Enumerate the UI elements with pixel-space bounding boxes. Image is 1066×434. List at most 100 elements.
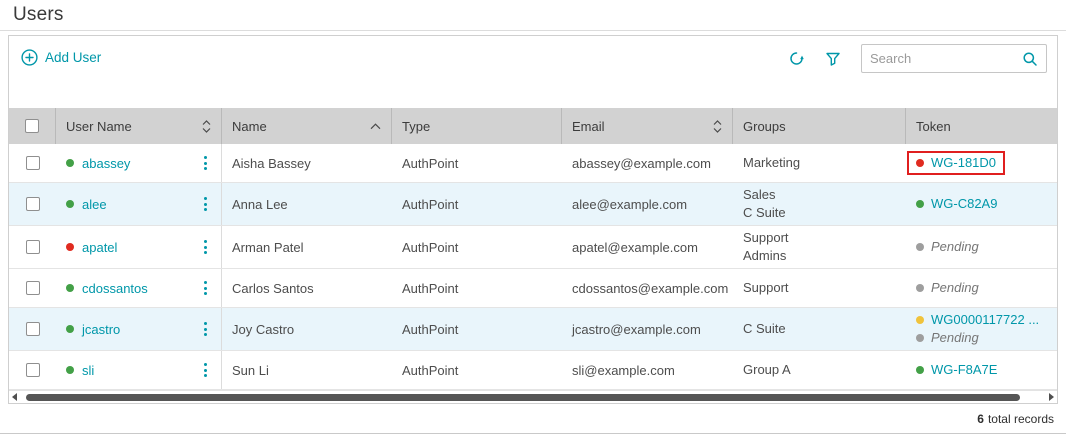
cell-type: AuthPoint bbox=[392, 226, 562, 268]
token-link[interactable]: WG-F8A7E bbox=[931, 362, 997, 378]
username-link[interactable]: alee bbox=[82, 197, 107, 212]
token-entry: WG0000117722 ... bbox=[916, 312, 1039, 328]
column-header-email[interactable]: Email bbox=[562, 108, 733, 144]
scrollbar-track[interactable] bbox=[20, 393, 1046, 402]
username-link[interactable]: sli bbox=[82, 363, 94, 378]
type-text: AuthPoint bbox=[402, 363, 458, 378]
user-status-dot bbox=[66, 366, 74, 374]
cell-email: cdossantos@example.com bbox=[562, 269, 733, 307]
username-link[interactable]: abassey bbox=[82, 156, 130, 171]
token-status-dot bbox=[916, 159, 924, 167]
search-box bbox=[861, 44, 1047, 73]
column-header-token[interactable]: Token bbox=[906, 108, 1057, 144]
row-menu-icon[interactable] bbox=[200, 236, 211, 257]
cell-token: WG-F8A7E bbox=[906, 351, 1057, 389]
total-records-count: 6 bbox=[977, 412, 984, 426]
sort-updown-icon bbox=[202, 120, 211, 133]
refresh-icon[interactable] bbox=[788, 50, 805, 67]
row-checkbox[interactable] bbox=[26, 197, 40, 211]
token-entry: Pending bbox=[916, 330, 979, 346]
cell-groups: Sales C Suite bbox=[733, 183, 906, 225]
cell-email: alee@example.com bbox=[562, 183, 733, 225]
scroll-right-arrow-icon[interactable] bbox=[1049, 393, 1054, 401]
table-header: User NameNameTypeEmail Groups Token bbox=[9, 108, 1057, 144]
toolbar: Add User bbox=[9, 36, 1057, 108]
token-status-dot bbox=[916, 243, 924, 251]
users-panel: Add User User Name bbox=[8, 35, 1058, 404]
group-name: C Suite bbox=[743, 321, 786, 337]
row-checkbox[interactable] bbox=[26, 363, 40, 377]
user-status-dot bbox=[66, 200, 74, 208]
row-checkbox[interactable] bbox=[26, 240, 40, 254]
user-status-dot bbox=[66, 243, 74, 251]
token-status-dot bbox=[916, 366, 924, 374]
horizontal-scrollbar bbox=[9, 390, 1057, 403]
cell-username: apatel bbox=[56, 226, 222, 268]
column-label-groups: Groups bbox=[743, 119, 786, 134]
column-header-groups[interactable]: Groups bbox=[733, 108, 906, 144]
username-link[interactable]: jcastro bbox=[82, 322, 120, 337]
cell-groups: Marketing bbox=[733, 144, 906, 182]
cell-select bbox=[9, 269, 56, 307]
token-pending-label: Pending bbox=[931, 280, 979, 296]
token-link[interactable]: WG-C82A9 bbox=[931, 196, 997, 212]
username-link[interactable]: cdossantos bbox=[82, 281, 148, 296]
name-text: Carlos Santos bbox=[232, 281, 314, 296]
row-menu-icon[interactable] bbox=[200, 152, 211, 173]
type-text: AuthPoint bbox=[402, 240, 458, 255]
token-entry: Pending bbox=[916, 239, 979, 255]
select-all-checkbox[interactable] bbox=[25, 119, 39, 133]
column-header-username[interactable]: User Name bbox=[56, 108, 222, 144]
cell-token: Pending bbox=[906, 226, 1057, 268]
type-text: AuthPoint bbox=[402, 322, 458, 337]
row-menu-icon[interactable] bbox=[200, 318, 211, 339]
group-name: Marketing bbox=[743, 155, 800, 171]
cell-select bbox=[9, 226, 56, 268]
row-checkbox[interactable] bbox=[26, 322, 40, 336]
column-header-name[interactable]: Name bbox=[222, 108, 392, 144]
token-pending-label: Pending bbox=[931, 239, 979, 255]
column-header-type[interactable]: Type bbox=[392, 108, 562, 144]
cell-groups: SupportAdmins bbox=[733, 226, 906, 268]
cell-select bbox=[9, 183, 56, 225]
cell-username: abassey bbox=[56, 144, 222, 182]
scroll-left-arrow-icon[interactable] bbox=[12, 393, 17, 401]
search-input[interactable] bbox=[870, 51, 1022, 66]
cell-select bbox=[9, 144, 56, 182]
add-user-button[interactable]: Add User bbox=[21, 44, 101, 66]
token-entry: Pending bbox=[916, 280, 979, 296]
type-text: AuthPoint bbox=[402, 156, 458, 171]
cell-groups: Support bbox=[733, 269, 906, 307]
cell-username: alee bbox=[56, 183, 222, 225]
row-menu-icon[interactable] bbox=[200, 193, 211, 214]
token-status-dot bbox=[916, 200, 924, 208]
scrollbar-thumb[interactable] bbox=[26, 394, 1020, 401]
token-link[interactable]: WG0000117722 ... bbox=[931, 312, 1039, 328]
token-link[interactable]: WG-181D0 bbox=[931, 155, 996, 171]
email-text: apatel@example.com bbox=[572, 240, 698, 255]
column-header-select bbox=[9, 108, 56, 144]
user-status-dot bbox=[66, 325, 74, 333]
add-user-label: Add User bbox=[45, 50, 101, 65]
row-menu-icon[interactable] bbox=[200, 359, 211, 380]
username-link[interactable]: apatel bbox=[82, 240, 117, 255]
cell-username: jcastro bbox=[56, 308, 222, 350]
table-row: abasseyAisha BasseyAuthPointabassey@exam… bbox=[9, 144, 1057, 183]
cell-email: sli@example.com bbox=[562, 351, 733, 389]
cell-email: abassey@example.com bbox=[562, 144, 733, 182]
token-highlight-box: WG-181D0 bbox=[907, 151, 1005, 175]
filter-icon[interactable] bbox=[825, 51, 841, 67]
group-name: Support bbox=[743, 280, 789, 296]
group-name: Support bbox=[743, 230, 789, 246]
row-checkbox[interactable] bbox=[26, 156, 40, 170]
group-name: C Suite bbox=[743, 205, 786, 221]
row-checkbox[interactable] bbox=[26, 281, 40, 295]
cell-type: AuthPoint bbox=[392, 183, 562, 225]
group-name: Sales bbox=[743, 187, 776, 203]
token-entry: WG-F8A7E bbox=[916, 362, 997, 378]
email-text: sli@example.com bbox=[572, 363, 675, 378]
token-status-dot bbox=[916, 334, 924, 342]
page-title: Users bbox=[13, 4, 64, 26]
cell-name: Anna Lee bbox=[222, 183, 392, 225]
row-menu-icon[interactable] bbox=[200, 277, 211, 298]
